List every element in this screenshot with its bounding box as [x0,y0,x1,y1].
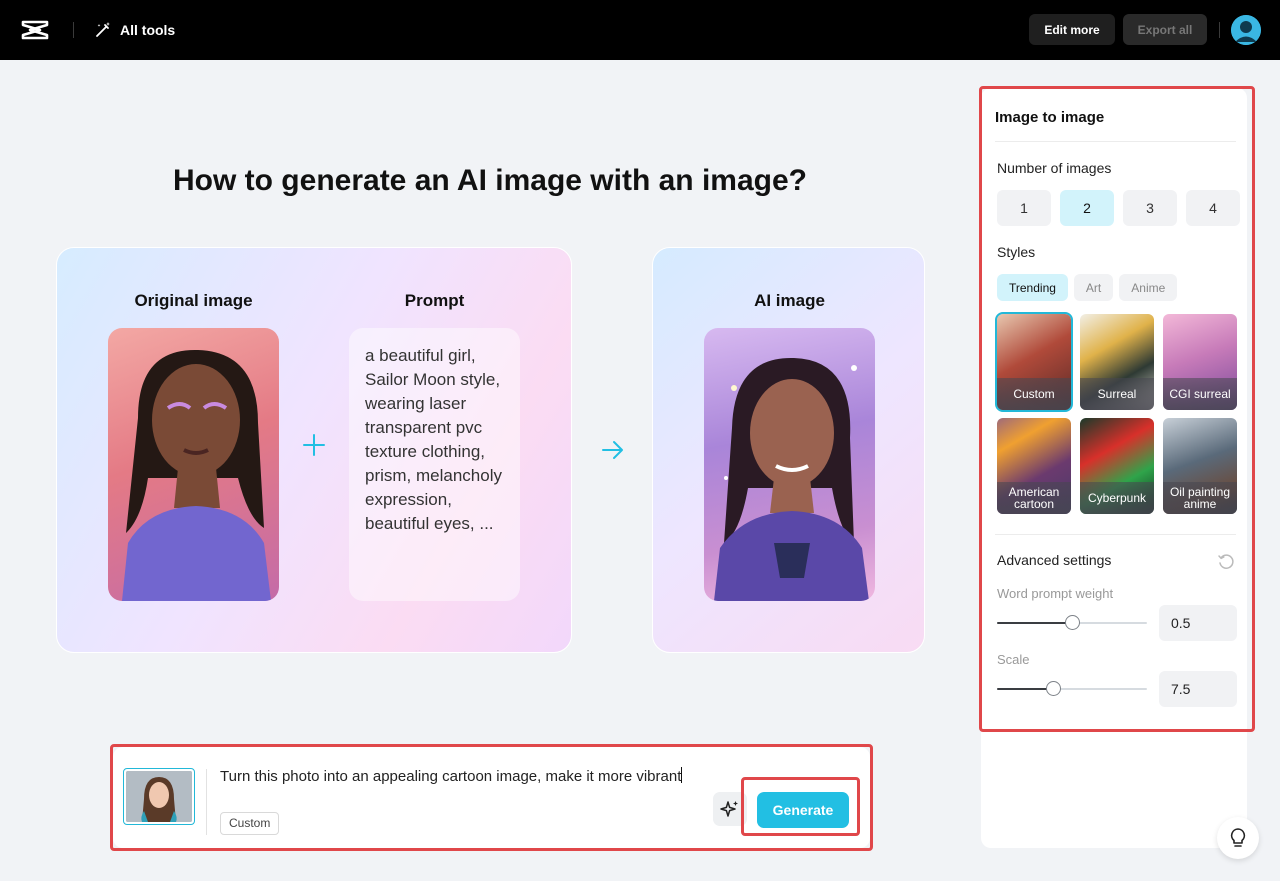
magic-wand-icon [96,22,110,37]
panel-title: Image to image [995,109,1105,126]
style-label: Cyberpunk [1080,482,1154,514]
lightbulb-icon [1230,828,1246,847]
user-icon [1231,15,1261,45]
number-option-1[interactable]: 1 [997,190,1051,226]
ai-portrait-illustration [714,357,869,601]
edit-more-button[interactable]: Edit more [1029,14,1115,45]
sparkle-icon [720,801,738,817]
prompt-input-text: Turn this photo into an appealing cartoo… [220,768,682,785]
number-option-4[interactable]: 4 [1186,190,1240,226]
example-card-input: Original image Prompt a beautiful girl, … [56,247,572,653]
style-tabs: Trending Art Anime [997,274,1178,301]
tab-anime[interactable]: Anime [1119,274,1178,301]
number-option-2[interactable]: 2 [1060,190,1114,226]
style-tile-surreal[interactable]: Surreal [1080,314,1154,410]
style-label: CGI surreal [1163,378,1237,410]
thumbnail-portrait [126,771,192,822]
number-of-images-label: Number of images [997,160,1112,176]
word-prompt-weight-slider[interactable] [997,615,1147,631]
style-tile-cgi-surreal[interactable]: CGI surreal [1163,314,1237,410]
prompt-bar-divider [206,769,207,835]
portrait-illustration [122,349,271,601]
style-grid: Custom Surreal CGI surreal American cart… [995,312,1237,514]
style-label: Oil painting anime [1163,482,1237,514]
example-card-output: AI image [652,247,925,653]
capcut-logo-icon[interactable] [20,16,50,44]
style-tile-cyberpunk[interactable]: Cyberpunk [1080,418,1154,514]
word-prompt-weight-label: Word prompt weight [997,586,1114,601]
all-tools-button[interactable]: All tools [94,19,175,41]
text-caret [681,767,683,783]
style-label: Custom [997,378,1071,410]
tab-trending[interactable]: Trending [997,274,1068,301]
ai-image-label: AI image [754,291,825,310]
style-chip[interactable]: Custom [220,812,280,835]
topbar-divider [73,22,74,38]
slider-knob[interactable] [1045,681,1061,696]
original-image [108,328,279,601]
prompt-input[interactable]: Turn this photo into an appealing cartoo… [220,767,700,787]
style-label: Surreal [1080,378,1154,410]
style-tile-oil-painting-anime[interactable]: Oil painting anime [1163,418,1237,514]
scale-label: Scale [997,652,1030,667]
tips-button[interactable] [1217,817,1259,859]
tab-art[interactable]: Art [1073,274,1114,301]
plus-icon [303,434,325,456]
arrow-right-icon [602,441,623,459]
generate-button[interactable]: Generate [757,792,849,828]
prompt-example-box: a beautiful girl, Sailor Moon style, wea… [349,328,520,601]
uploaded-image-thumbnail[interactable] [123,768,195,825]
reset-icon[interactable] [1217,553,1235,571]
prompt-example-text: a beautiful girl, Sailor Moon style, wea… [365,346,502,533]
topbar-divider-right [1219,22,1220,38]
page-title: How to generate an AI image with an imag… [173,164,807,197]
styles-label: Styles [997,244,1036,260]
style-label: American cartoon [997,482,1071,514]
slider-knob[interactable] [1064,615,1080,630]
prompt-label: Prompt [404,291,465,310]
settings-panel: Image to image Number of images 1 2 3 4 … [981,88,1247,848]
top-bar: All tools Edit more Export all [0,0,1280,60]
panel-divider [995,534,1236,535]
original-image-label: Original image [134,291,253,310]
scale-slider[interactable] [997,681,1147,697]
scale-value[interactable]: 7.5 [1159,671,1237,707]
enhance-prompt-button[interactable] [713,792,747,826]
ai-image [704,328,875,601]
number-option-3[interactable]: 3 [1123,190,1177,226]
word-prompt-weight-value[interactable]: 0.5 [1159,605,1237,641]
style-tile-custom[interactable]: Custom [995,312,1073,412]
all-tools-label: All tools [120,22,176,38]
style-tile-american-cartoon[interactable]: American cartoon [997,418,1071,514]
panel-divider [995,141,1236,142]
user-avatar[interactable] [1231,15,1261,45]
export-all-button[interactable]: Export all [1123,14,1207,45]
advanced-settings-label: Advanced settings [997,552,1112,568]
number-of-images-selector: 1 2 3 4 [997,190,1240,226]
prompt-bar: Turn this photo into an appealing cartoo… [113,747,870,848]
